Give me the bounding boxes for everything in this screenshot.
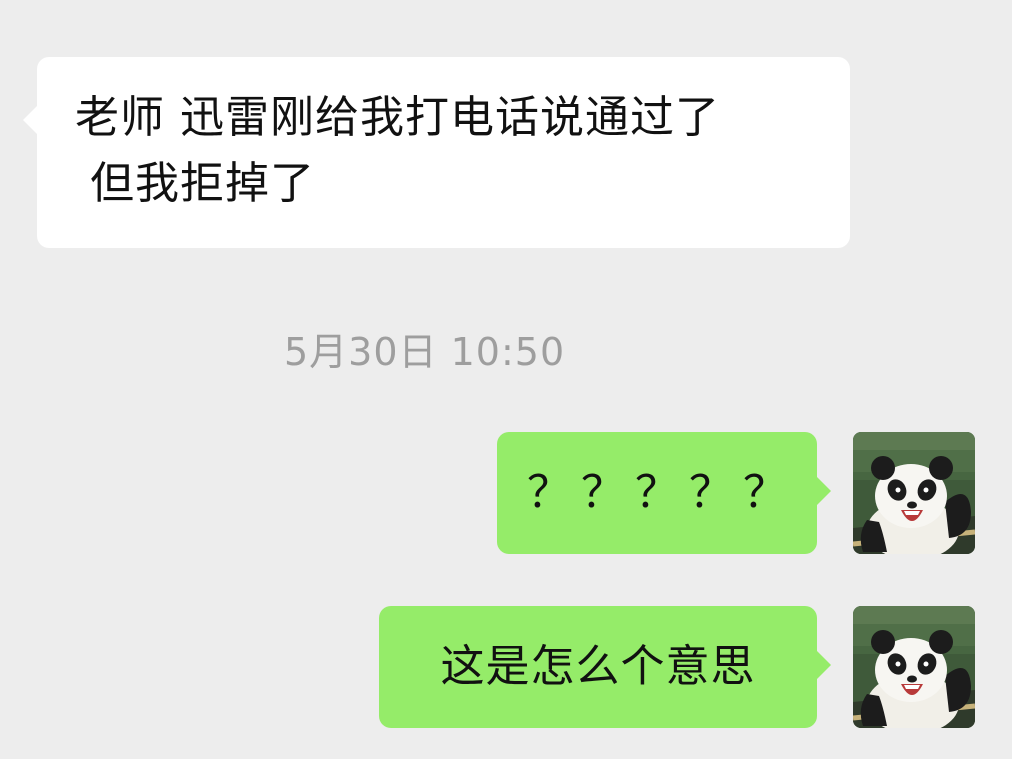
message-timestamp: 5月30日 10:50 [284,330,566,374]
incoming-message-bubble[interactable]: 老师 迅雷刚给我打电话说通过了 但我拒掉了 [23,57,850,248]
outgoing-message-text: ？？？？？ [527,467,797,518]
incoming-message-text: 老师 迅雷刚给我打电话说通过了 但我拒掉了 [75,92,720,209]
panda-avatar-icon[interactable] [853,432,975,554]
outgoing-message-bubble[interactable]: ？？？？？ [497,432,831,554]
outgoing-message-bubble[interactable]: 这是怎么个意思 [379,606,831,728]
panda-avatar-icon[interactable] [853,606,975,728]
outgoing-message-text: 这是怎么个意思 [440,641,756,692]
